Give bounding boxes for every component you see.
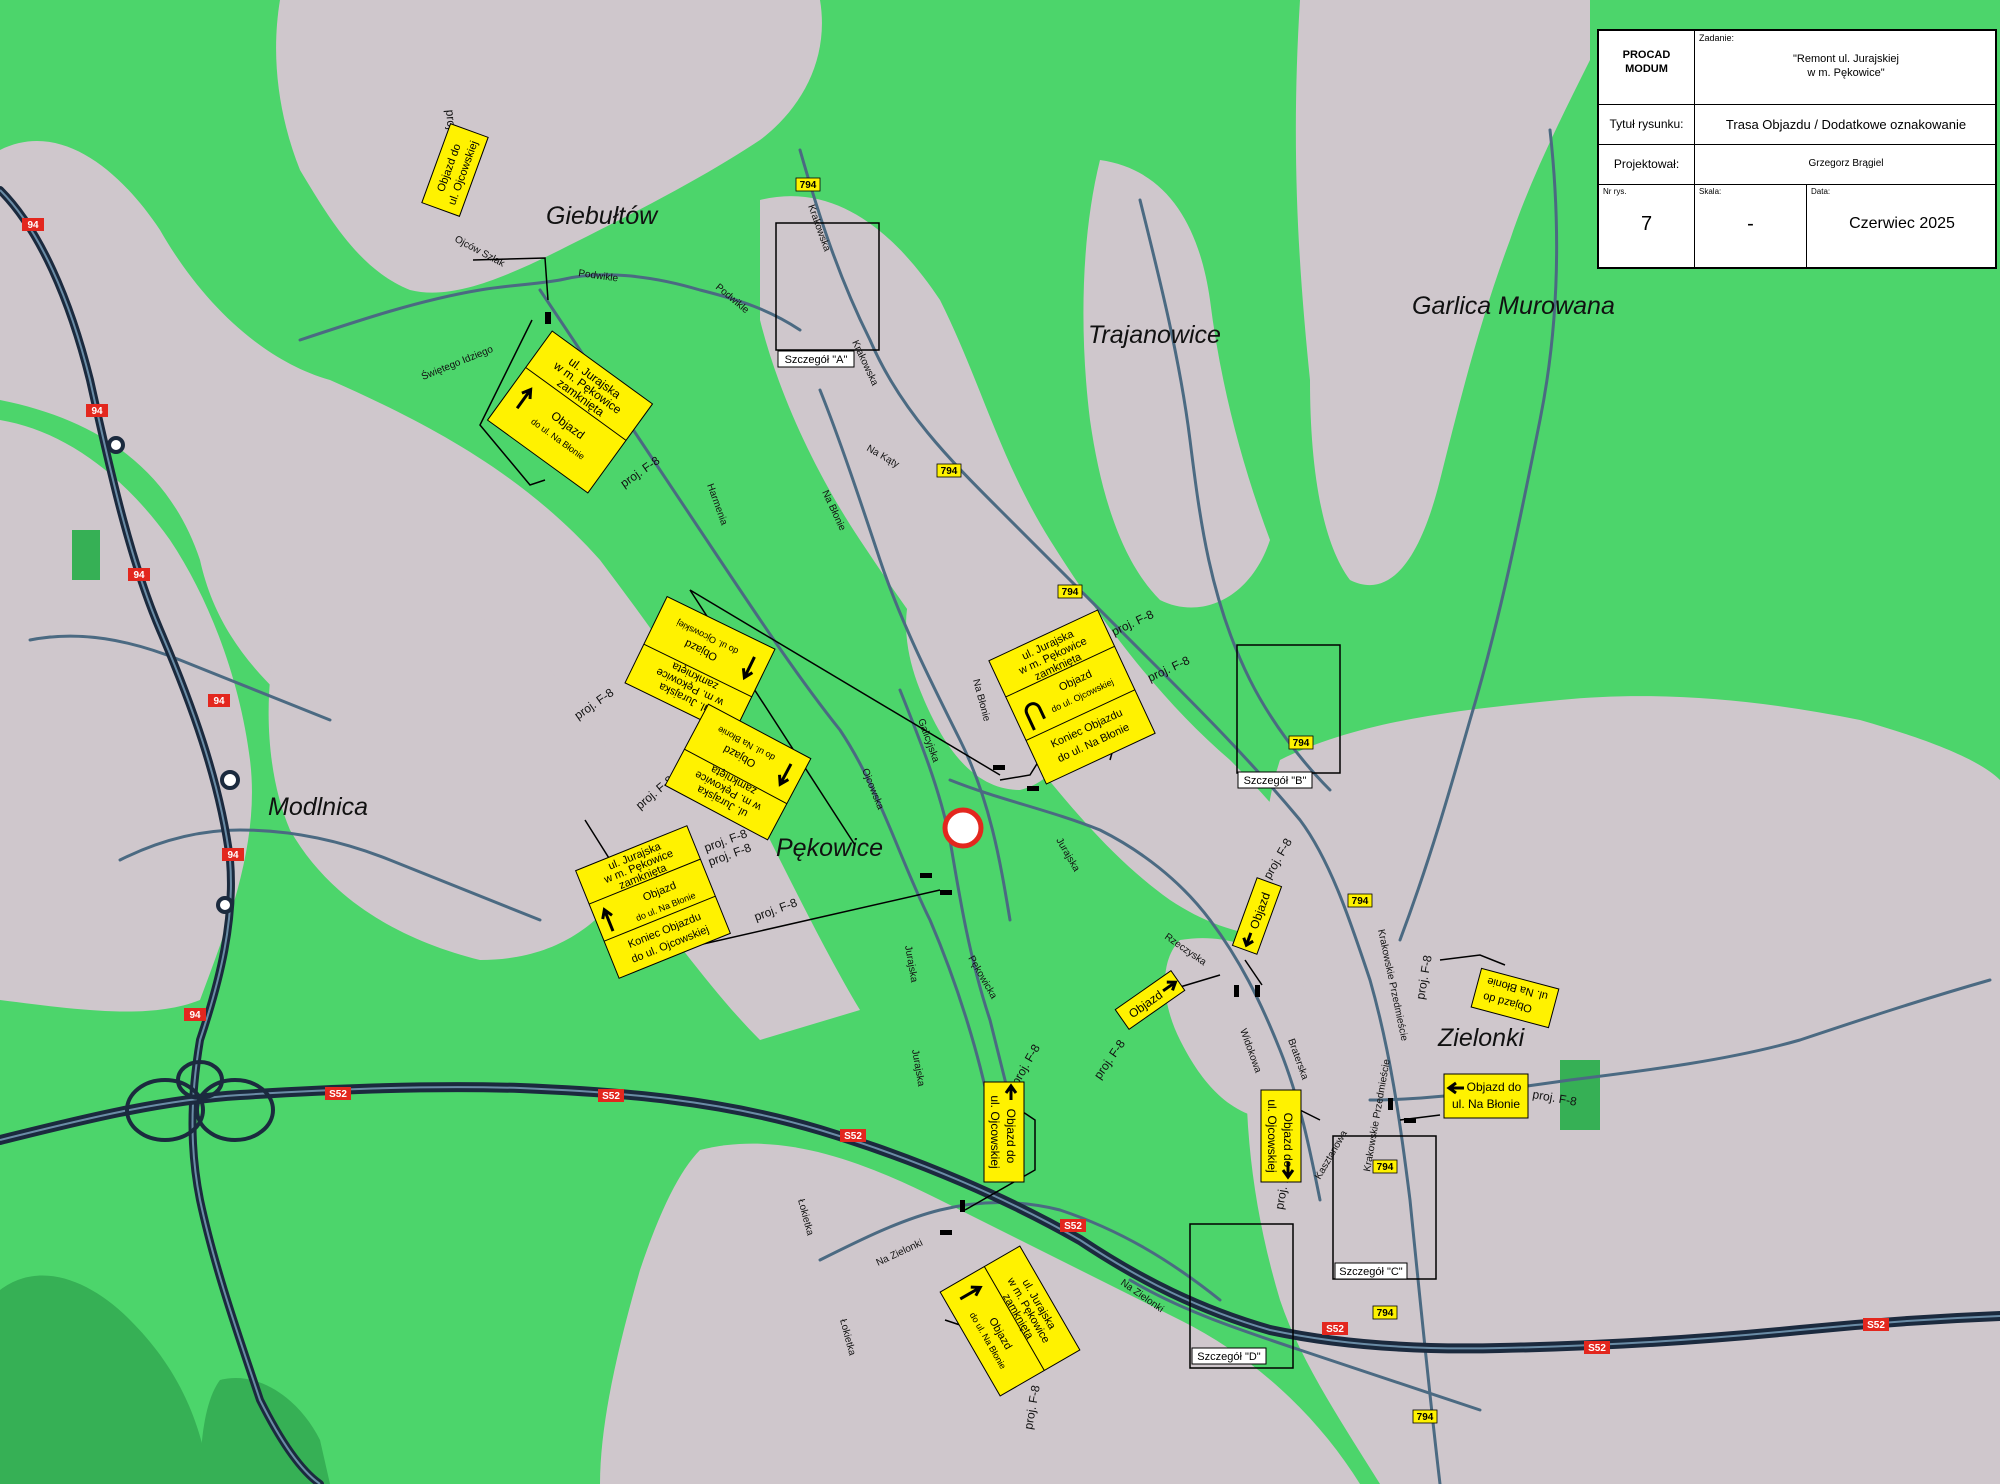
- designer-label: Projektował:: [1613, 157, 1680, 171]
- sign-detour-na-blonie-lower: Objazd do ul. Na Błonie: [1443, 1073, 1529, 1119]
- road-794-label: 794: [1377, 1308, 1394, 1319]
- task-cell: Zadanie: "Remont ul. Jurajskiej w m. Pęk…: [1695, 31, 1997, 105]
- road-closure-marker: [942, 807, 984, 849]
- sign-text: ul. Ojcowskiej: [988, 1095, 1002, 1168]
- road-s52-label: S52: [844, 1131, 862, 1142]
- sign-text: ul. Ojcowskiej: [1265, 1099, 1279, 1172]
- place-pekowice: Pękowice: [776, 834, 883, 862]
- drawing-title: Trasa Objazdu / Dodatkowe oznakowanie: [1725, 117, 1967, 132]
- drawing-title-label-cell: Tytuł rysunku:: [1599, 105, 1695, 145]
- task-line2: w m. Pękowice": [1807, 67, 1885, 79]
- road-s52-label: S52: [1326, 1324, 1344, 1335]
- detail-label-d: Szczegół "D": [1197, 1351, 1261, 1363]
- road-94-label: 94: [91, 406, 103, 417]
- company-cell: PROCAD MODUM: [1599, 31, 1695, 105]
- sign-text: ul. Na Błonie: [1452, 1097, 1520, 1111]
- date-cell: Data: Czerwiec 2025: [1807, 185, 1997, 269]
- sign-text: Objazd do: [1004, 1109, 1018, 1164]
- place-garlica: Garlica Murowana: [1412, 292, 1615, 320]
- road-s52-label: S52: [329, 1089, 347, 1100]
- scale-label: Skala:: [1699, 187, 1722, 196]
- sign-text: Objazd do: [1467, 1080, 1522, 1094]
- road-s52-label: S52: [1588, 1343, 1606, 1354]
- road-794-label: 794: [1352, 896, 1369, 907]
- road-94-label: 94: [133, 570, 145, 581]
- road-94-label: 94: [27, 220, 39, 231]
- scale-cell: Skala: -: [1695, 185, 1807, 269]
- road-s52-label: S52: [1064, 1221, 1082, 1232]
- date-label: Data:: [1811, 187, 1831, 196]
- place-zielonki: Zielonki: [1437, 1024, 1526, 1052]
- sign-detour-ojcowska-vertical: Objazd do ul. Ojcowskiej: [983, 1081, 1025, 1183]
- task-line1: "Remont ul. Jurajskiej: [1793, 53, 1899, 65]
- road-94-label: 94: [189, 1010, 201, 1021]
- road-794-label: 794: [800, 180, 817, 191]
- drawing-no-label: Nr rys.: [1603, 187, 1627, 196]
- drawing-no-cell: Nr rys. 7: [1599, 185, 1695, 269]
- road-794-label: 794: [1062, 587, 1079, 598]
- designer-name: Grzegorz Brągiel: [1808, 158, 1884, 169]
- drawing-title-cell: Trasa Objazdu / Dodatkowe oznakowanie: [1695, 105, 1997, 145]
- road-s52-label: S52: [1867, 1320, 1885, 1331]
- road-794-label: 794: [1377, 1162, 1394, 1173]
- place-giebultow: Giebułtów: [546, 202, 659, 230]
- detail-label-b: Szczegół "B": [1244, 775, 1307, 787]
- designer-cell: Grzegorz Brągiel: [1695, 145, 1997, 185]
- road-94-label: 94: [227, 850, 239, 861]
- road-794-label: 794: [1293, 738, 1310, 749]
- detail-label-a: Szczegół "A": [785, 354, 848, 366]
- task-label: Zadanie:: [1699, 33, 1735, 43]
- road-794-label: 794: [1417, 1412, 1434, 1423]
- road-794-label: 794: [941, 466, 958, 477]
- place-modlnica: Modlnica: [268, 793, 368, 821]
- place-trajanowice: Trajanowice: [1088, 321, 1221, 349]
- designer-label-cell: Projektował:: [1599, 145, 1695, 185]
- sign-text: Objazd do: [1281, 1113, 1295, 1168]
- sign-detour-ojcowska-vertical-right: Objazd do ul. Ojcowskiej: [1260, 1089, 1302, 1183]
- drawing-title-label: Tytuł rysunku:: [1609, 117, 1684, 131]
- title-block: PROCAD MODUM Zadanie: "Remont ul. Jurajs…: [1597, 29, 1997, 269]
- company-name-line1: PROCAD: [1622, 49, 1671, 61]
- date-value: Czerwiec 2025: [1849, 215, 1955, 232]
- detail-label-c: Szczegół "C": [1339, 1266, 1403, 1278]
- scale-value: -: [1747, 213, 1754, 235]
- drawing-no: 7: [1640, 213, 1653, 235]
- road-94-label: 94: [213, 696, 225, 707]
- company-name-line2: MODUM: [1625, 63, 1668, 75]
- road-s52-label: S52: [602, 1091, 620, 1102]
